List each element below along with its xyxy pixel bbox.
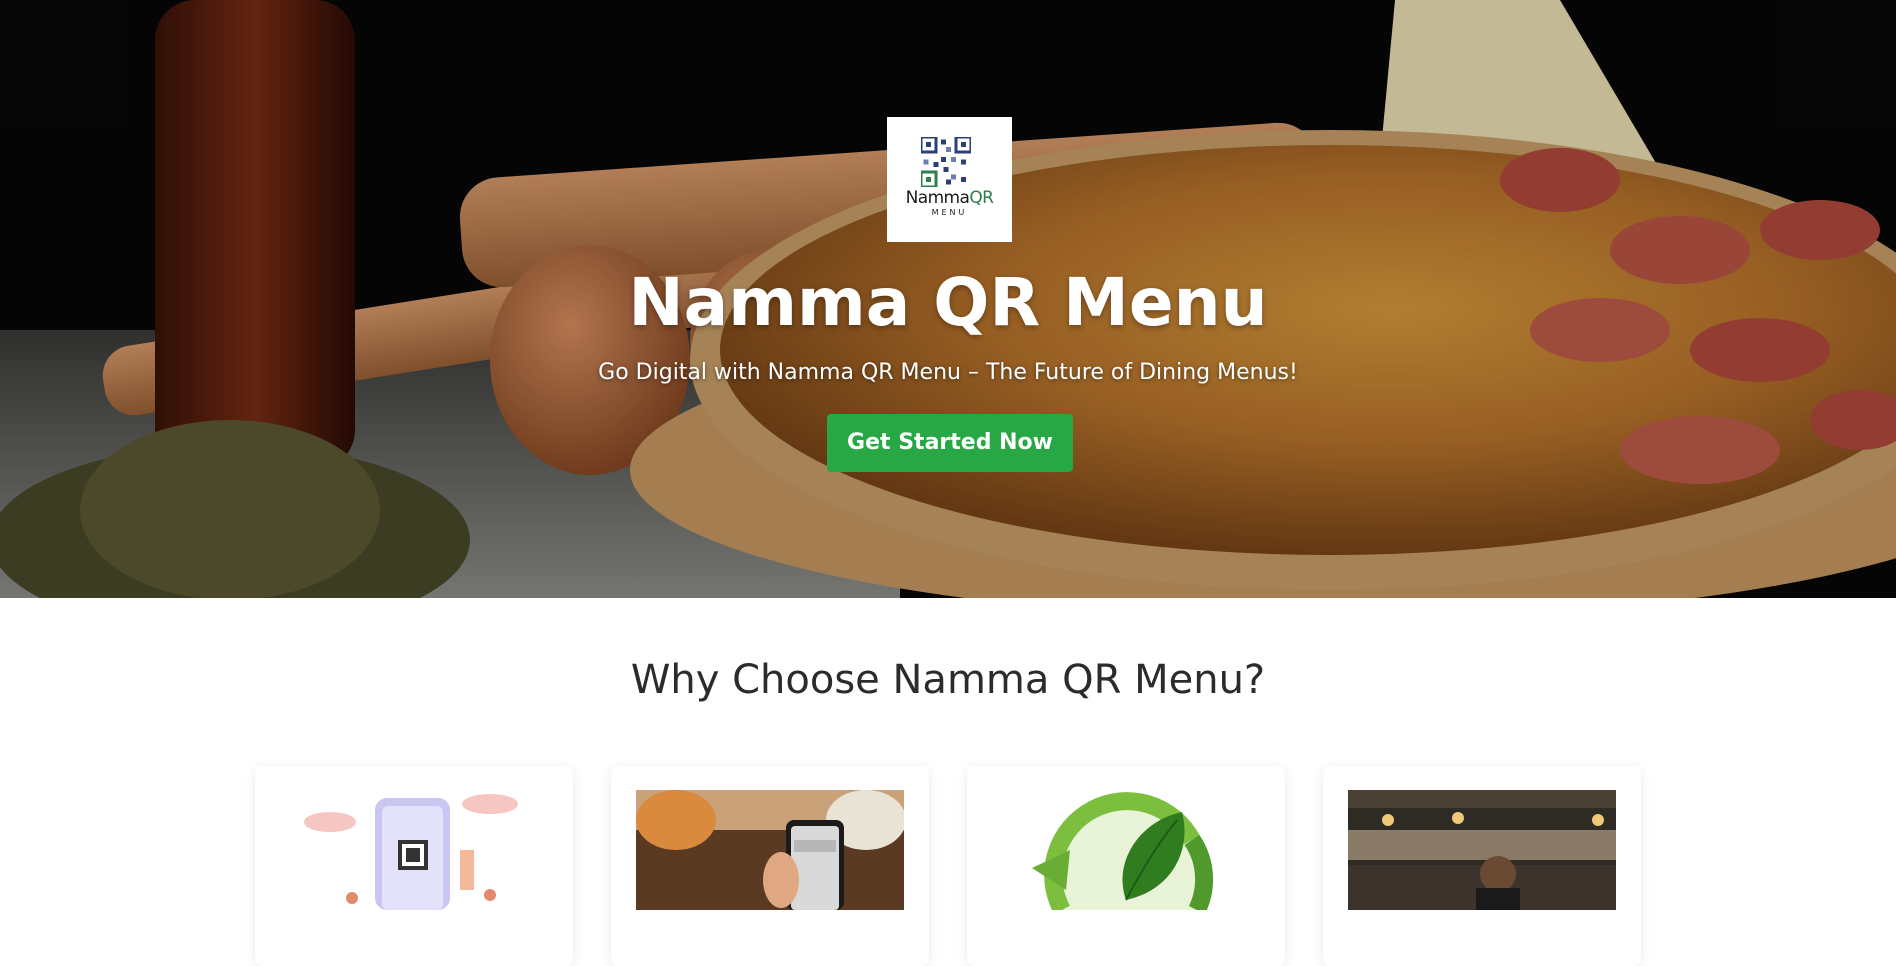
phone-qr-illustration	[280, 790, 548, 910]
hero-content: NammaQR MENU Namma QR Menu Go Digital wi…	[0, 0, 1896, 598]
why-choose-title: Why Choose Namma QR Menu?	[630, 657, 1266, 703]
feature-card-image	[280, 790, 548, 910]
feature-card[interactable]	[611, 766, 929, 966]
hero-section: NammaQR MENU Namma QR Menu Go Digital wi…	[0, 0, 1896, 598]
feature-card[interactable]	[1323, 766, 1641, 966]
logo[interactable]: NammaQR MENU	[887, 117, 1012, 242]
feature-card-image	[992, 790, 1260, 910]
feature-card[interactable]	[255, 766, 573, 966]
feature-card-image	[636, 790, 904, 910]
why-choose-section: Why Choose Namma QR Menu?	[0, 598, 1896, 966]
phone-in-restaurant-photo	[636, 790, 904, 910]
qr-code-icon	[921, 137, 971, 187]
logo-wordmark: NammaQR	[887, 188, 1012, 208]
get-started-button[interactable]: Get Started Now	[827, 414, 1073, 472]
logo-name-part1: Namma	[905, 188, 970, 208]
feature-card-image	[1348, 790, 1616, 910]
hero-subtitle: Go Digital with Namma QR Menu – The Futu…	[598, 360, 1298, 385]
restaurant-kitchen-photo	[1348, 790, 1616, 910]
feature-card[interactable]	[967, 766, 1285, 966]
eco-recycle-leaf-icon	[992, 790, 1260, 910]
logo-name-part2: QR	[969, 188, 994, 208]
logo-subtext: MENU	[931, 208, 968, 217]
hero-title: Namma QR Menu	[628, 264, 1268, 341]
